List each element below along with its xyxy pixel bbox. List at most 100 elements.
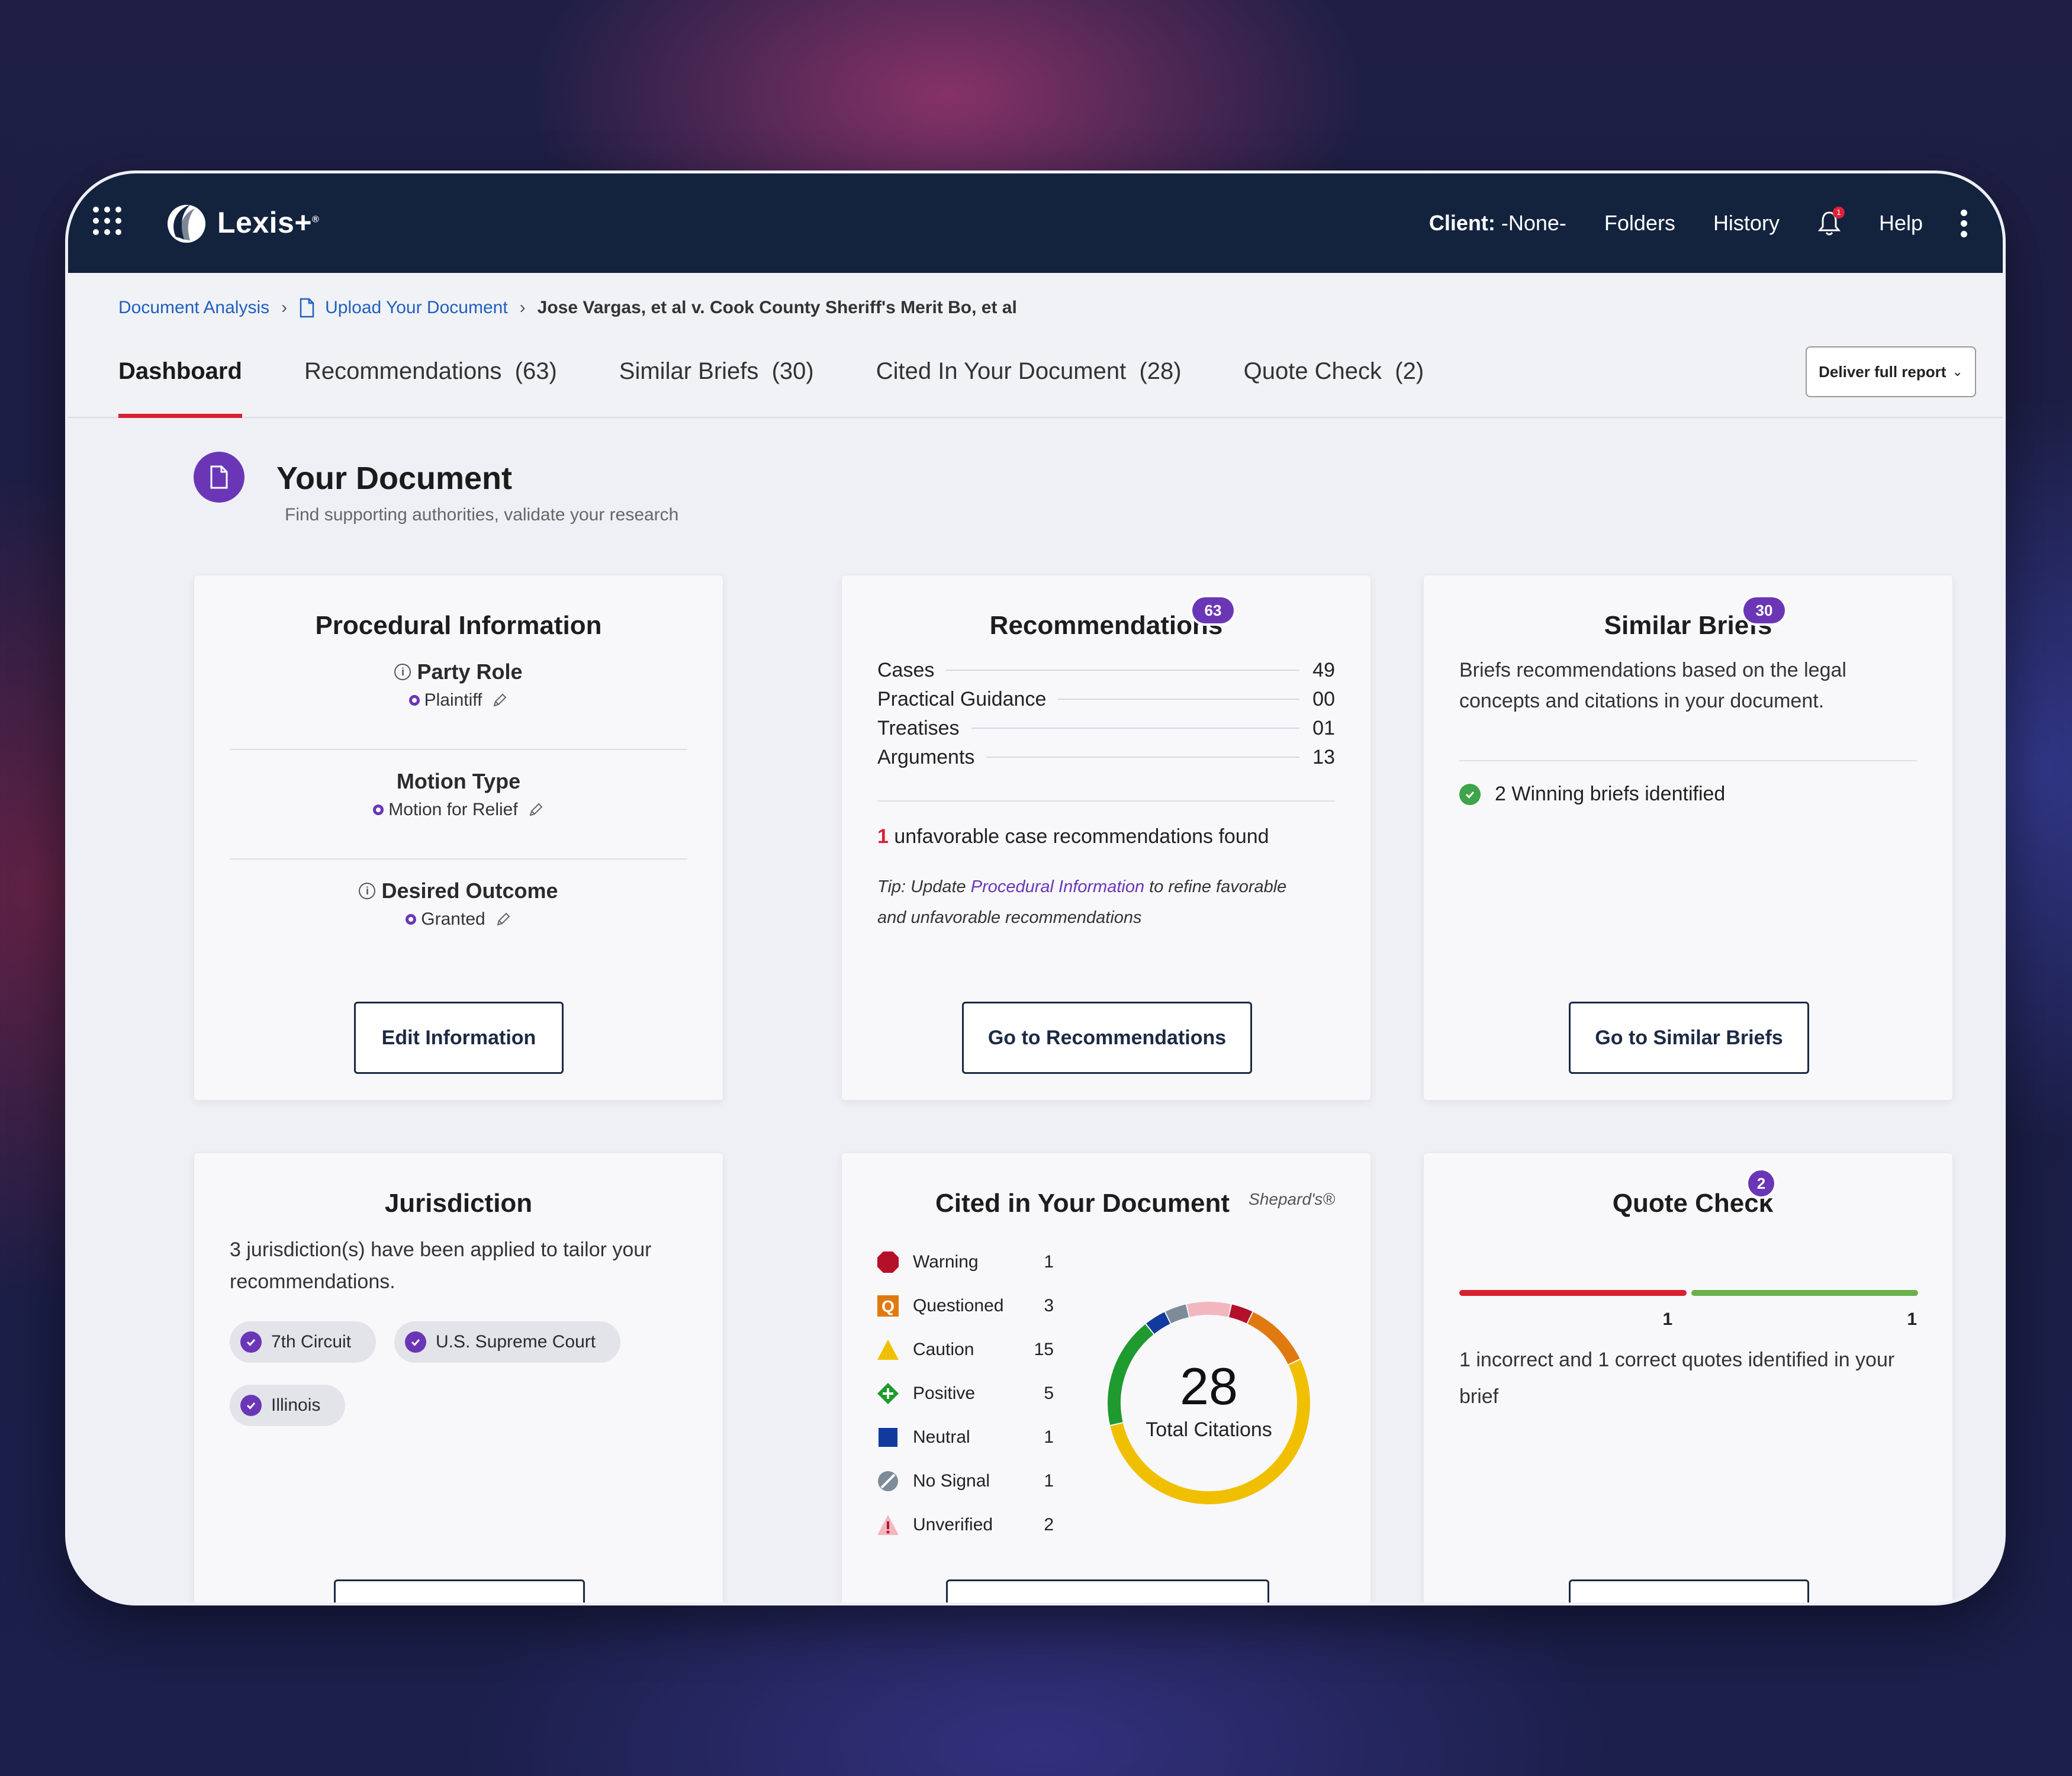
svg-text:Q: Q — [881, 1297, 895, 1315]
nav-help[interactable]: Help — [1879, 211, 1923, 236]
breadcrumb-document-analysis[interactable]: Document Analysis — [118, 298, 269, 318]
tab-cited[interactable]: Cited In Your Document (28) — [876, 351, 1182, 418]
winning-briefs: 2 Winning briefs identified — [1459, 783, 1725, 806]
quote-check-description: 1 incorrect and 1 correct quotes identif… — [1459, 1349, 1895, 1408]
tab-similar-briefs[interactable]: Similar Briefs (30) — [619, 351, 814, 418]
jurisdiction-chip-illinois[interactable]: Illinois — [230, 1385, 346, 1426]
quote-check-count-badge: 2 — [1748, 1170, 1774, 1196]
check-circle-icon — [240, 1331, 262, 1353]
tab-bar: Dashboard Recommendations (63) Similar B… — [118, 351, 1486, 418]
info-icon[interactable]: i — [394, 664, 411, 680]
recommendations-title: Recommendations — [989, 611, 1223, 640]
correct-quotes-count: 1 — [1907, 1310, 1917, 1329]
edit-information-button[interactable]: Edit Information — [354, 1002, 564, 1074]
shepards-label: Shepard's® — [1249, 1190, 1335, 1208]
cited-action-button[interactable] — [946, 1579, 1269, 1603]
tip-text: Tip: Update Procedural Information to re… — [877, 877, 1287, 927]
jurisdiction-action-button[interactable] — [334, 1579, 585, 1603]
page-title: Your Document — [276, 461, 513, 496]
nav-history[interactable]: History — [1713, 211, 1780, 236]
donut-segment-neutral[interactable] — [1146, 1312, 1170, 1334]
notification-count-badge: 1 — [1832, 207, 1845, 218]
document-circle-icon — [194, 452, 244, 503]
incorrect-quotes-bar — [1459, 1290, 1687, 1296]
more-options-icon[interactable] — [1961, 209, 1967, 237]
similar-briefs-card: Similar Briefs 30 Briefs recommendations… — [1423, 575, 1953, 1101]
jurisdiction-chip-supreme-court[interactable]: U.S. Supreme Court — [394, 1321, 621, 1363]
rec-row-practical-guidance[interactable]: Practical Guidance 00 — [877, 686, 1335, 712]
status-dot-icon — [373, 805, 384, 815]
procedural-title: Procedural Information — [315, 611, 602, 640]
donut-segment-unverified[interactable] — [1186, 1302, 1231, 1317]
notifications-bell-icon[interactable]: 1 — [1817, 207, 1845, 236]
rec-row-cases[interactable]: Cases 49 — [877, 657, 1335, 683]
no-signal-icon — [876, 1469, 900, 1493]
correct-quotes-bar — [1691, 1290, 1918, 1296]
top-nav: Lexis+® Client: -None- Folders History 1… — [68, 173, 2003, 273]
legend-positive[interactable]: Positive 5 — [876, 1381, 1054, 1407]
jurisdiction-chip-7th-circuit[interactable]: 7th Circuit — [230, 1321, 377, 1363]
total-citations-number: 28 — [1180, 1357, 1238, 1415]
recommendations-count-badge: 63 — [1192, 597, 1234, 623]
quote-check-action-button[interactable] — [1569, 1579, 1809, 1603]
total-citations-label: Total Citations — [1146, 1418, 1272, 1441]
nav-folders[interactable]: Folders — [1604, 211, 1675, 236]
unfavorable-summary: 1 unfavorable case recommendations found — [877, 825, 1269, 848]
recommendations-card: Recommendations 63 Cases 49 Practical Gui… — [841, 575, 1371, 1101]
breadcrumb-current: Jose Vargas, et al v. Cook County Sherif… — [537, 298, 1017, 317]
legend-warning[interactable]: Warning 1 — [876, 1249, 1054, 1275]
caution-signal-icon — [876, 1338, 900, 1362]
party-role-label: Party Role — [417, 659, 523, 684]
tab-quote-check[interactable]: Quote Check (2) — [1244, 351, 1424, 418]
legend-unverified[interactable]: Unverified 2 — [876, 1512, 1054, 1538]
legend-neutral[interactable]: Neutral 1 — [876, 1424, 1054, 1450]
divider — [1459, 760, 1917, 761]
jurisdiction-description: 3 jurisdiction(s) have been applied to t… — [230, 1238, 652, 1293]
edit-pencil-icon[interactable] — [527, 802, 544, 818]
check-circle-icon — [240, 1395, 262, 1416]
page-subtitle: Find supporting authorities, validate yo… — [285, 505, 679, 525]
client-selector[interactable]: Client: -None- — [1429, 211, 1566, 236]
legend-questioned[interactable]: Q Questioned 3 — [876, 1293, 1054, 1319]
apps-grid-icon[interactable] — [93, 207, 121, 235]
status-dot-icon — [406, 914, 417, 925]
procedural-info-link[interactable]: Procedural Information — [971, 877, 1144, 896]
edit-pencil-icon[interactable] — [495, 911, 511, 928]
legend-no-signal[interactable]: No Signal 1 — [876, 1468, 1054, 1494]
go-to-recommendations-button[interactable]: Go to Recommendations — [962, 1002, 1252, 1074]
deliver-report-button[interactable]: Deliver full report ⌄ — [1806, 346, 1976, 397]
similar-briefs-count-badge: 30 — [1743, 597, 1785, 623]
status-dot-icon — [408, 695, 420, 706]
party-role-value: Plaintiff — [424, 690, 482, 710]
donut-segment-warning[interactable] — [1228, 1304, 1253, 1324]
document-icon — [300, 298, 314, 318]
desired-outcome-label: Desired Outcome — [381, 879, 558, 903]
legend-caution[interactable]: Caution 15 — [876, 1337, 1054, 1363]
breadcrumb-upload-document[interactable]: Upload Your Document — [325, 298, 508, 318]
tab-recommendations[interactable]: Recommendations (63) — [304, 351, 557, 418]
subheader: Document Analysis › Upload Your Document… — [68, 273, 2003, 418]
similar-briefs-title: Similar Briefs — [1604, 611, 1772, 640]
quote-check-card: Quote Check 2 1 1 1 incorrect and 1 corr… — [1423, 1153, 1953, 1603]
go-to-similar-briefs-button[interactable]: Go to Similar Briefs — [1569, 1002, 1809, 1074]
warning-signal-icon — [876, 1250, 900, 1274]
rec-row-treatises[interactable]: Treatises 01 — [877, 715, 1335, 741]
divider — [877, 800, 1335, 802]
donut-segment-positive[interactable] — [1108, 1324, 1154, 1426]
donut-segment-no-signal[interactable] — [1165, 1304, 1189, 1324]
unverified-signal-icon — [876, 1513, 900, 1537]
check-circle-icon — [405, 1331, 426, 1353]
edit-pencil-icon[interactable] — [491, 692, 508, 709]
app-window: Lexis+® Client: -None- Folders History 1… — [65, 170, 2006, 1606]
incorrect-quotes-count: 1 — [1662, 1310, 1673, 1329]
check-circle-icon — [1459, 783, 1481, 805]
quote-check-title: Quote Check — [1612, 1189, 1774, 1218]
donut-segment-questioned[interactable] — [1247, 1312, 1300, 1365]
cited-card: Cited in Your Document Shepard's® Warnin… — [841, 1153, 1371, 1603]
lexis-logo[interactable]: Lexis+® — [164, 200, 319, 245]
desired-outcome-value: Granted — [421, 909, 485, 929]
tab-dashboard[interactable]: Dashboard — [118, 351, 242, 418]
motion-type-label: Motion Type — [396, 769, 521, 793]
info-icon[interactable]: i — [359, 883, 376, 899]
rec-row-arguments[interactable]: Arguments 13 — [877, 744, 1335, 770]
